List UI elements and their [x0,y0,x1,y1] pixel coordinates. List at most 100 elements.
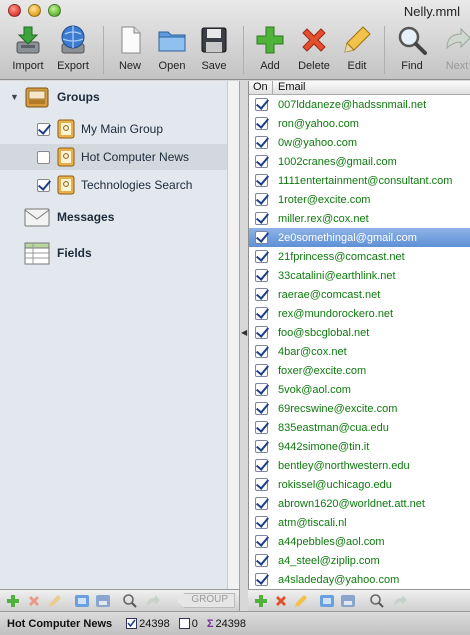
email-on-checkbox[interactable] [255,364,268,377]
email-row[interactable]: ron@yahoo.com [249,114,470,133]
email-row[interactable]: 5vok@aol.com [249,380,470,399]
import-button[interactable]: Import [3,24,53,72]
add-email-icon[interactable] [253,593,269,609]
email-row[interactable]: atm@tiscali.nl [249,513,470,532]
email-on-checkbox[interactable] [255,117,268,130]
group-checkbox[interactable] [37,150,50,164]
email-row[interactable]: 21fprincess@comcast.net [249,247,470,266]
email-on-checkbox[interactable] [255,288,268,301]
email-row[interactable]: a4_steel@ziplip.com [249,551,470,570]
email-row[interactable]: bentley@northwestern.edu [249,456,470,475]
email-on-checkbox[interactable] [255,573,268,586]
email-on-checkbox[interactable] [255,250,268,263]
export-group-icon[interactable] [95,593,111,609]
email-row[interactable]: 1111entertainment@consultant.com [249,171,470,190]
email-row[interactable]: 4bar@cox.net [249,342,470,361]
email-on-checkbox[interactable] [255,155,268,168]
next-arrow-icon[interactable] [145,593,161,609]
email-on-checkbox[interactable] [255,193,268,206]
checked-count-value: 24398 [139,617,170,630]
sidebar-section-fields[interactable]: Fields [0,237,228,269]
next-arrow-icon[interactable] [392,593,408,609]
sidebar-item-hot-computer-news[interactable]: Hot Computer News [0,144,228,170]
email-row[interactable]: miller.rex@cox.net [249,209,470,228]
sidebar-item-my-main-group[interactable]: My Main Group [0,116,228,142]
email-row[interactable]: 1002cranes@gmail.com [249,152,470,171]
column-header-on[interactable]: On [249,81,273,94]
unchecked-count-value: 0 [191,617,198,630]
email-on-checkbox[interactable] [255,554,268,567]
export-email-icon[interactable] [340,593,356,609]
sidebar-item-technologies-search[interactable]: Technologies Search [0,172,228,198]
group-checkbox[interactable] [37,178,50,192]
group-tag[interactable]: GROUP [176,593,235,608]
split-view-collapse-icon[interactable]: ◀ [241,328,247,337]
email-row[interactable]: rex@mundorockero.net [249,304,470,323]
zoom-window-button[interactable] [48,4,61,17]
email-on-checkbox[interactable] [255,497,268,510]
import-group-icon[interactable] [74,593,90,609]
email-on-checkbox[interactable] [255,231,268,244]
delete-email-icon[interactable] [273,593,289,609]
email-address: atm@tiscali.nl [278,516,347,529]
email-row[interactable]: 33catalini@earthlink.net [249,266,470,285]
email-on-checkbox[interactable] [255,326,268,339]
email-on-checkbox[interactable] [255,535,268,548]
edit-email-icon[interactable] [293,593,309,609]
email-on-checkbox[interactable] [255,421,268,434]
email-row[interactable]: 1roter@excite.com [249,190,470,209]
delete-group-icon[interactable] [26,593,42,609]
email-on-checkbox[interactable] [255,307,268,320]
sidebar-section-groups[interactable]: ▼ Groups [0,81,228,113]
save-button[interactable]: Save [189,24,239,72]
minimize-window-button[interactable] [28,4,41,17]
group-checkbox[interactable] [37,122,50,136]
email-on-checkbox[interactable] [255,345,268,358]
email-on-checkbox[interactable] [255,440,268,453]
search-icon[interactable] [122,593,138,609]
email-on-checkbox[interactable] [255,383,268,396]
status-checked-count: 24398 [126,618,170,630]
email-on-checkbox[interactable] [255,459,268,472]
email-row[interactable]: foxer@excite.com [249,361,470,380]
add-group-icon[interactable] [5,593,21,609]
email-row[interactable]: raerae@comcast.net [249,285,470,304]
edit-button[interactable]: Edit [332,24,382,72]
email-row[interactable]: 835eastman@cua.edu [249,418,470,437]
email-on-checkbox[interactable] [255,212,268,225]
email-row[interactable]: 007lddaneze@hadssnmail.net [249,95,470,114]
edit-label: Edit [347,60,367,72]
email-row[interactable]: 69recswine@excite.com [249,399,470,418]
magnifier-icon [398,26,427,55]
email-on-checkbox[interactable] [255,269,268,282]
export-button[interactable]: Export [48,24,98,72]
next-button[interactable]: Next [432,24,470,72]
email-row[interactable]: 2e0somethingal@gmail.com [249,228,470,247]
pencil-icon [344,26,371,53]
search-icon[interactable] [369,593,385,609]
email-row[interactable]: 9442simone@tin.it [249,437,470,456]
email-on-checkbox[interactable] [255,516,268,529]
email-row[interactable]: a4sladeday@yahoo.com [249,570,470,589]
email-on-checkbox[interactable] [255,174,268,187]
email-on-checkbox[interactable] [255,478,268,491]
email-row[interactable]: abrown1620@worldnet.att.net [249,494,470,513]
email-on-checkbox[interactable] [255,98,268,111]
disclosure-triangle-icon[interactable]: ▼ [10,92,20,102]
table-grid-icon [24,242,50,265]
sidebar-scrollbar[interactable] [227,81,239,589]
edit-group-icon[interactable] [47,593,63,609]
email-row[interactable]: 0w@yahoo.com [249,133,470,152]
email-on-checkbox[interactable] [255,136,268,149]
email-on-checkbox[interactable] [255,402,268,415]
column-header-email[interactable]: Email [273,81,306,94]
email-row[interactable]: foo@sbcglobal.net [249,323,470,342]
add-button[interactable]: Add [245,24,295,72]
import-email-icon[interactable] [319,593,335,609]
group-label: Technologies Search [81,178,193,192]
email-row[interactable]: rokissel@uchicago.edu [249,475,470,494]
sidebar-section-messages[interactable]: Messages [0,201,228,233]
find-button[interactable]: Find [387,24,437,72]
close-window-button[interactable] [8,4,21,17]
email-row[interactable]: a44pebbles@aol.com [249,532,470,551]
